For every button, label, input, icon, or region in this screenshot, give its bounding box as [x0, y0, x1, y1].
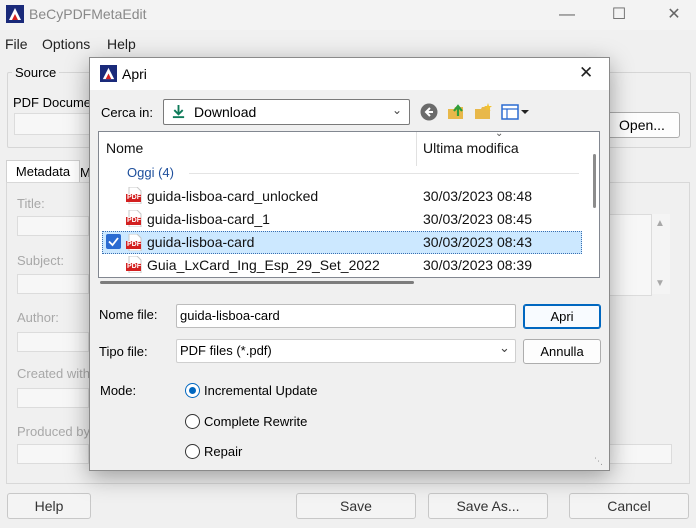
mode-label: Mode:	[100, 383, 137, 398]
created-with-label: Created with:	[17, 366, 94, 381]
file-name: guida-lisboa-card	[147, 234, 255, 250]
pdf-badge: PDF	[127, 194, 141, 201]
column-divider[interactable]	[416, 132, 417, 166]
pdf-file-icon: PDF	[126, 209, 143, 228]
tab-metadata[interactable]: Metadata	[6, 160, 80, 183]
produced-by-label: Produced by	[17, 424, 90, 439]
look-in-chevron-down-icon: ⌄	[392, 103, 403, 117]
file-row[interactable]: PDF guida-lisboa-card_unlocked 30/03/202…	[99, 185, 583, 207]
author-label: Author:	[17, 310, 59, 325]
horizontal-scrollbar-thumb[interactable]	[100, 281, 414, 284]
pdf-file-icon: PDF	[126, 255, 143, 274]
file-row[interactable]: PDF Guia_LxCard_Ing_Esp_29_Set_2022 30/0…	[99, 254, 583, 276]
maximize-icon[interactable]: ☐	[604, 4, 634, 26]
file-name: Guia_LxCard_Ing_Esp_29_Set_2022	[147, 257, 380, 273]
view-menu-icon[interactable]	[501, 104, 529, 120]
filetype-label: Tipo file:	[99, 344, 148, 359]
file-modified: 30/03/2023 08:43	[423, 234, 532, 250]
pdf-file-icon: PDF	[126, 186, 143, 205]
mode-label-incremental: Incremental Update	[204, 383, 318, 398]
look-in-label: Cerca in:	[101, 105, 154, 120]
filetype-select[interactable]: PDF files (*.pdf) ⌄	[176, 339, 516, 363]
file-modified: 30/03/2023 08:39	[423, 257, 532, 273]
pdf-path-field[interactable]	[14, 113, 96, 135]
pdf-badge: PDF	[127, 217, 141, 224]
save-button[interactable]: Save	[296, 493, 416, 519]
file-modified: 30/03/2023 08:48	[423, 188, 532, 204]
column-header-modified[interactable]: Ultima modifica	[423, 140, 519, 156]
menu-options[interactable]: Options	[42, 36, 90, 52]
back-icon[interactable]	[420, 103, 438, 121]
open-dialog-button[interactable]: Apri	[523, 304, 601, 329]
close-window-icon[interactable]: ✕	[659, 4, 689, 26]
file-row[interactable]: PDF guida-lisboa-card_1 30/03/2023 08:45	[99, 208, 583, 230]
pdf-badge: PDF	[127, 263, 141, 270]
file-modified: 30/03/2023 08:45	[423, 211, 532, 227]
cancel-dialog-button[interactable]: Annulla	[523, 339, 601, 364]
selection-checkbox[interactable]	[106, 234, 121, 249]
resize-grip-icon[interactable]: ⋱	[594, 456, 603, 467]
scroll-down-icon[interactable]: ▼	[655, 278, 665, 289]
title-field[interactable]	[17, 216, 89, 236]
app-title: BeCyPDFMetaEdit	[29, 6, 147, 22]
column-header-name[interactable]: Nome	[106, 140, 143, 156]
radio-incremental-update[interactable]	[185, 383, 200, 398]
dialog-app-icon	[100, 65, 117, 82]
author-field[interactable]	[17, 332, 89, 352]
source-group-label: Source	[12, 65, 60, 80]
subject-field[interactable]	[17, 274, 89, 294]
filetype-value: PDF files (*.pdf)	[180, 343, 272, 358]
pdf-badge: PDF	[127, 241, 141, 248]
file-list: Nome Ultima modifica ⌄ Oggi (4) PDF guid…	[98, 128, 600, 288]
filename-input[interactable]: guida-lisboa-card	[176, 304, 516, 328]
created-with-field[interactable]	[17, 388, 89, 408]
filetype-chevron-down-icon: ⌄	[499, 340, 510, 355]
help-button[interactable]: Help	[7, 493, 91, 519]
menu-help[interactable]: Help	[107, 36, 136, 52]
mode-label-complete: Complete Rewrite	[204, 414, 308, 429]
pdf-file-icon: PDF	[126, 233, 143, 252]
scroll-up-icon[interactable]: ▲	[655, 218, 665, 229]
menu-file[interactable]: File	[5, 36, 28, 52]
vertical-scrollbar-thumb[interactable]	[593, 154, 596, 208]
minimize-icon[interactable]: —	[552, 4, 582, 26]
cancel-main-button[interactable]: Cancel	[569, 493, 689, 519]
file-name: guida-lisboa-card_unlocked	[147, 188, 319, 204]
keywords-field[interactable]	[608, 214, 652, 296]
subject-label: Subject:	[17, 253, 64, 268]
look-in-value: Download	[194, 104, 257, 120]
download-icon	[172, 104, 185, 119]
app-logo-icon	[6, 5, 24, 23]
dialog-titlebar	[90, 58, 609, 90]
right-field[interactable]	[608, 444, 672, 464]
up-folder-icon[interactable]	[446, 102, 466, 122]
filename-label: Nome file:	[99, 307, 158, 322]
dialog-close-icon[interactable]: ✕	[579, 63, 593, 83]
produced-by-field[interactable]	[17, 444, 89, 464]
radio-complete-rewrite[interactable]	[185, 414, 200, 429]
group-divider	[189, 173, 579, 174]
mode-label-repair: Repair	[204, 444, 243, 459]
radio-repair[interactable]	[185, 444, 200, 459]
dialog-title: Apri	[122, 66, 147, 82]
filename-value: guida-lisboa-card	[180, 308, 280, 323]
open-dialog: Apri ✕ Cerca in: Download ⌄ Nome Ultima …	[89, 57, 610, 471]
new-folder-icon[interactable]	[473, 102, 493, 122]
save-as-button[interactable]: Save As...	[428, 493, 548, 519]
file-row-selected[interactable]: PDF guida-lisboa-card 30/03/2023 08:43	[102, 231, 582, 254]
open-button[interactable]: Open...	[604, 112, 680, 138]
pdf-document-label: PDF Documen	[13, 95, 99, 110]
file-name: guida-lisboa-card_1	[147, 211, 270, 227]
title-label: Title:	[17, 196, 45, 211]
look-in-combo[interactable]: Download ⌄	[163, 99, 410, 125]
group-label-today[interactable]: Oggi (4)	[127, 165, 174, 180]
sort-chevron-icon: ⌄	[495, 128, 504, 139]
